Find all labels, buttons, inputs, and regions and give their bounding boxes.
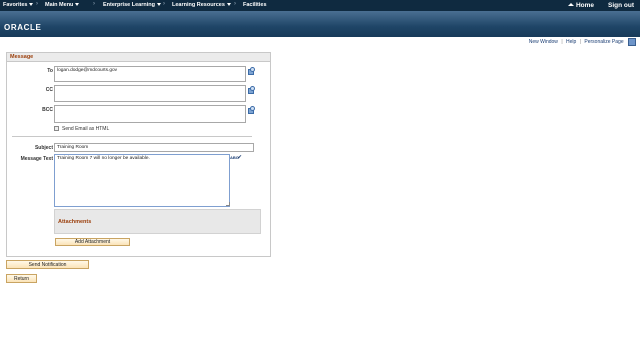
link-separator: | (561, 39, 563, 46)
bcc-field[interactable] (54, 105, 246, 123)
cc-field[interactable] (54, 85, 246, 102)
chevron-down-icon (226, 3, 231, 7)
signout-link[interactable]: Sign out (608, 2, 634, 9)
nav-separator: › (163, 1, 165, 7)
nav-main-menu[interactable]: Main Menu (45, 2, 80, 8)
section-divider (12, 136, 252, 137)
to-field[interactable]: logan.dodge@mdcourts.gov (54, 66, 246, 82)
message-text-label: Message Text (20, 156, 53, 162)
nav-facilities[interactable]: Facilities (243, 2, 267, 8)
resize-handle-icon[interactable] (226, 202, 230, 206)
cc-label: CC (45, 87, 53, 93)
to-label: To (47, 68, 53, 74)
nav-enterprise-learning[interactable]: Enterprise Learning (103, 2, 161, 8)
personalize-icon[interactable] (628, 38, 636, 46)
attachments-title: Attachments (58, 219, 92, 225)
personalize-page-link[interactable]: Personalize Page (584, 39, 623, 45)
message-text-area[interactable]: Training Room 7 will no longer be availa… (54, 154, 230, 207)
address-book-icon[interactable] (248, 67, 255, 75)
message-section-title: Message (10, 54, 34, 60)
send-as-html-checkbox[interactable] (54, 126, 59, 131)
nav-separator: › (36, 1, 38, 7)
chevron-down-icon (75, 3, 80, 7)
help-link[interactable]: Help (566, 39, 576, 45)
oracle-logo: ORACLE (4, 23, 42, 32)
page-links: New Window | Help | Personalize Page (527, 38, 636, 46)
chevron-down-icon (156, 3, 161, 7)
attachments-section: Attachments (54, 209, 261, 234)
return-button[interactable]: Return (6, 274, 37, 283)
add-attachment-button[interactable]: Add Attachment (55, 238, 130, 246)
nav-separator: › (234, 1, 236, 7)
nav-separator: › (93, 1, 95, 7)
send-notification-button[interactable]: Send Notification (6, 260, 89, 269)
subject-field[interactable]: Training Room (54, 143, 254, 152)
home-icon (567, 3, 574, 6)
link-separator: | (579, 39, 582, 46)
subject-label: Subject (34, 145, 53, 151)
new-window-link[interactable]: New Window (529, 39, 558, 45)
address-book-icon[interactable] (248, 106, 255, 114)
address-book-icon[interactable] (248, 86, 255, 94)
chevron-down-icon (29, 3, 34, 7)
send-as-html-label: Send Email as HTML (62, 126, 110, 132)
header-banner: ORACLE (0, 11, 640, 37)
message-section-header: Message (7, 53, 270, 62)
top-navigation-bar: Favorites › Main Menu › Enterprise Learn… (0, 0, 640, 11)
nav-favorites[interactable]: Favorites (3, 2, 34, 8)
home-link[interactable]: Home (567, 2, 594, 9)
bcc-label: BCC (42, 107, 53, 113)
nav-learning-resources[interactable]: Learning Resources (172, 2, 231, 8)
